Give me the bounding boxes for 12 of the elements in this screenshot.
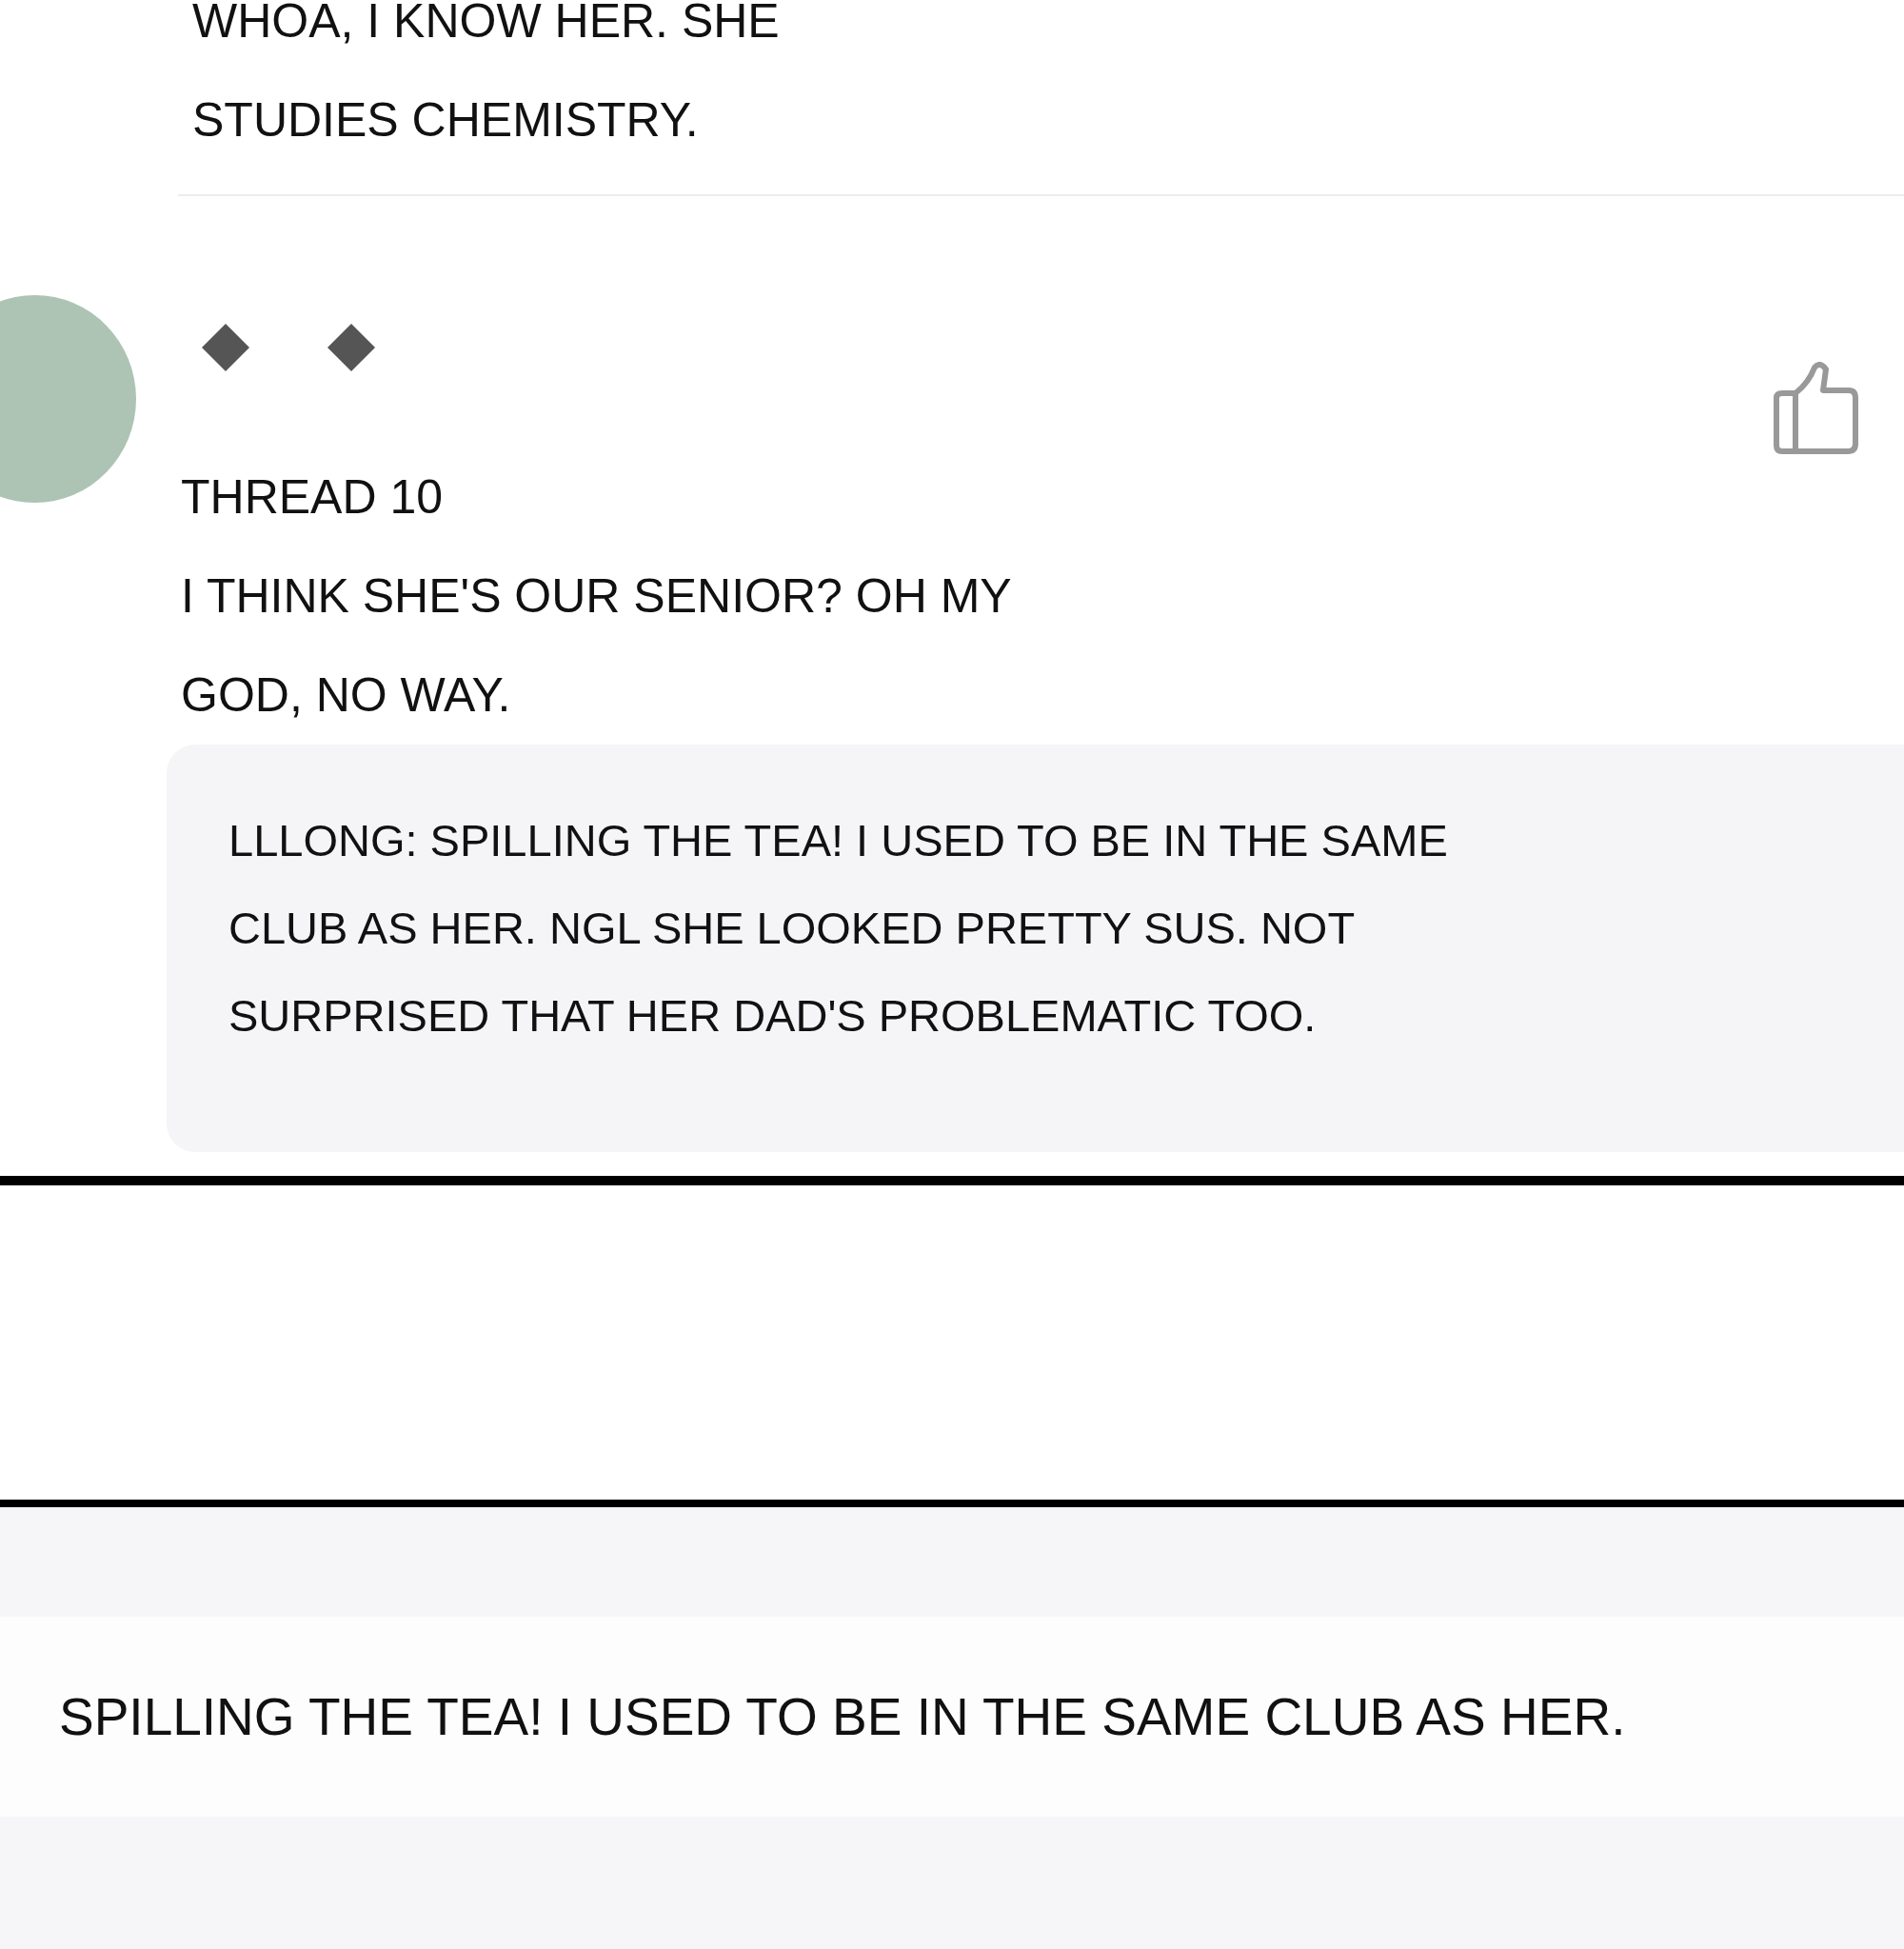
comment-text-line: STUDIES CHEMISTRY. — [192, 92, 699, 149]
diamond-icon — [327, 324, 375, 371]
comment-text: SPILLING THE TEA! I USED TO BE IN THE SAME CLUB AS HER. — [59, 1685, 1626, 1748]
thumbs-up-icon[interactable] — [1771, 362, 1861, 457]
comment-text-line: I THINK SHE'S OUR SENIOR? OH MY — [181, 568, 1012, 625]
comment-text-line: GOD, NO WAY. — [181, 667, 511, 724]
comment-text-line: WHOA, I KNOW HER. SHE — [192, 0, 780, 50]
diamond-icon — [202, 324, 249, 371]
reply-text-line: LLLONG: SPILLING THE TEA! I USED TO BE IN THE SAME — [228, 814, 1448, 867]
reply-text-line: CLUB AS HER. NGL SHE LOOKED PRETTY SUS. NOT — [228, 902, 1356, 955]
username: THREAD 10 — [181, 469, 444, 526]
reply-text-line: SURPRISED THAT HER DAD'S PROBLEMATIC TOO. — [228, 989, 1317, 1043]
